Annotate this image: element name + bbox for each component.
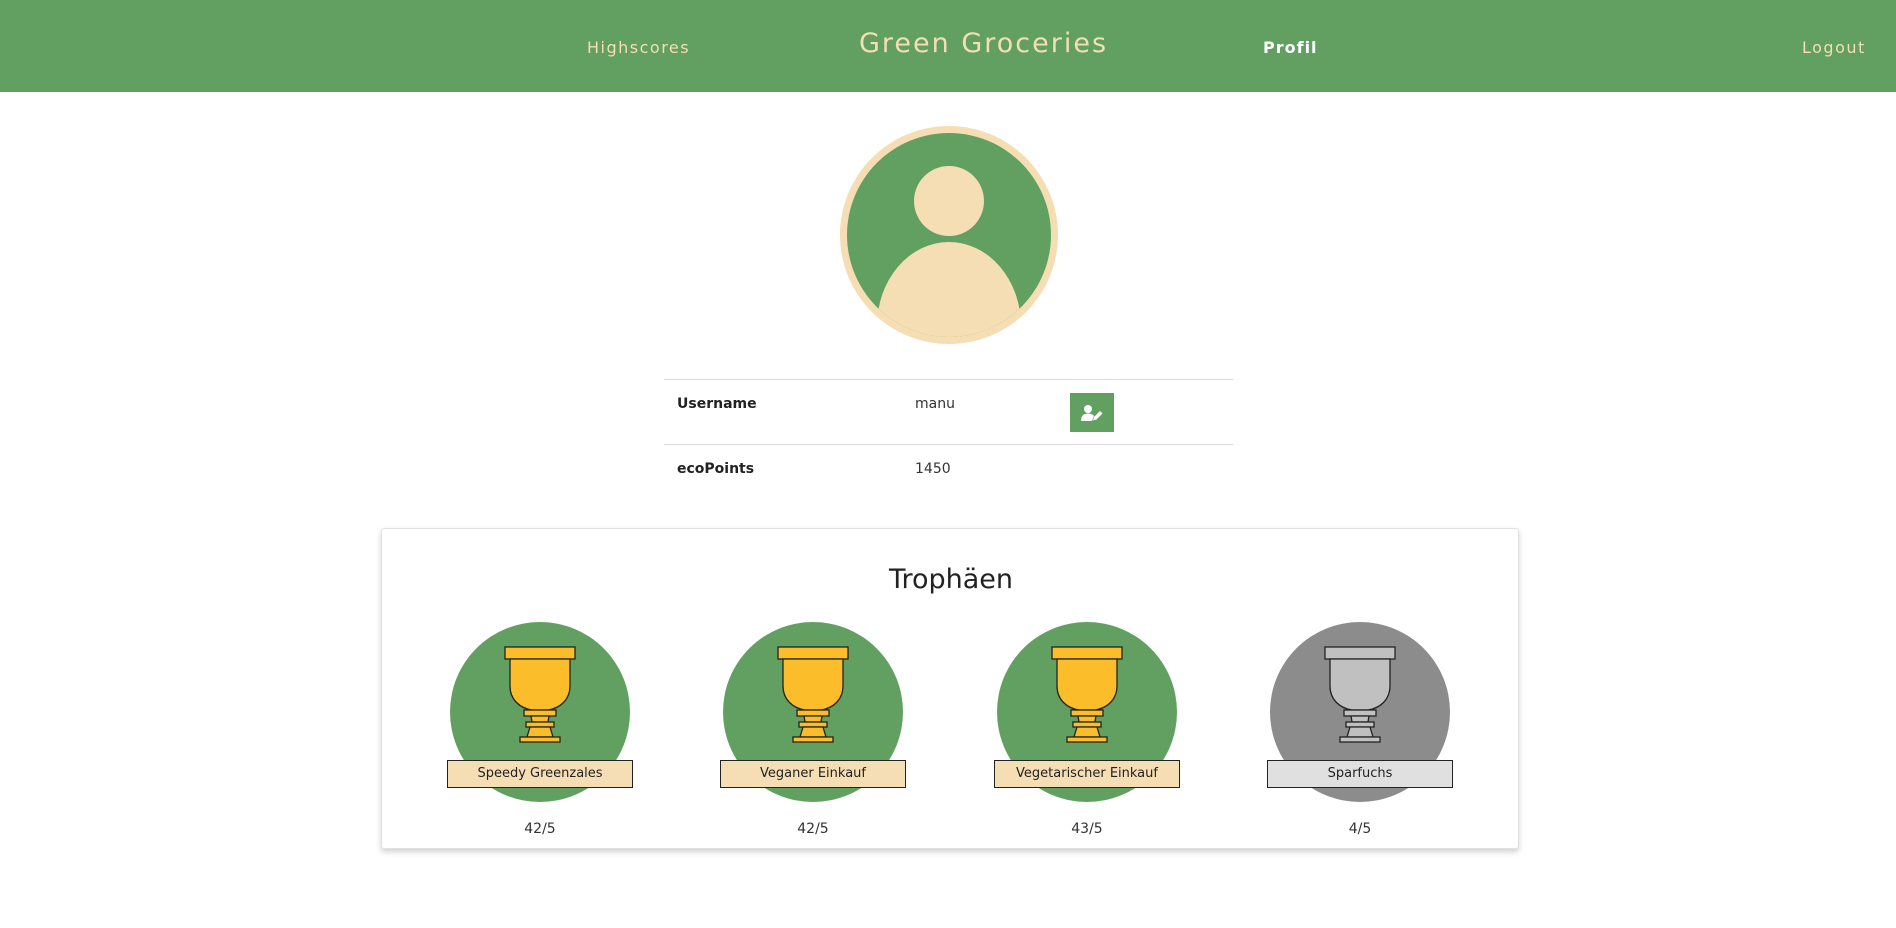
- ecopoints-value: 1450: [915, 461, 951, 477]
- profile-avatar: [840, 126, 1058, 344]
- user-avatar-icon: [847, 133, 1051, 337]
- trophy-item: Speedy Greenzales 42/5: [447, 622, 633, 842]
- trophy-progress: 42/5: [797, 821, 829, 837]
- trophy-label: Veganer Einkauf: [720, 760, 906, 788]
- trophy-item: Sparfuchs 4/5: [1267, 622, 1453, 842]
- nav-logout-link[interactable]: Logout: [1802, 38, 1866, 58]
- trophy-progress: 42/5: [524, 821, 556, 837]
- username-label: Username: [677, 396, 757, 412]
- trophy-progress: 43/5: [1071, 821, 1103, 837]
- trophies-title: Trophäen: [888, 564, 1014, 595]
- trophy-progress: 4/5: [1348, 821, 1372, 837]
- brand-title[interactable]: Green Groceries: [859, 28, 1108, 60]
- trophy-label: Sparfuchs: [1267, 760, 1453, 788]
- profile-table: Username manu ecoPoints 1450: [664, 379, 1234, 509]
- trophy-label: Speedy Greenzales: [447, 760, 633, 788]
- profile-row-ecopoints: ecoPoints 1450: [664, 444, 1234, 509]
- nav-profil-link[interactable]: Profil: [1263, 38, 1318, 58]
- nav-highscores-link[interactable]: Highscores: [587, 38, 690, 58]
- trophy-item: Veganer Einkauf 42/5: [720, 622, 906, 842]
- user-edit-icon: [1081, 404, 1103, 421]
- trophies-card: Trophäen Speedy Greenzales 42/5 Veganer …: [381, 528, 1519, 849]
- profile-row-username: Username manu: [664, 379, 1234, 444]
- top-navbar: Highscores Green Groceries Profil Logout: [0, 0, 1896, 92]
- trophy-item: Vegetarischer Einkauf 43/5: [994, 622, 1180, 842]
- edit-username-button[interactable]: [1070, 393, 1114, 432]
- ecopoints-label: ecoPoints: [677, 461, 755, 477]
- trophy-label: Vegetarischer Einkauf: [994, 760, 1180, 788]
- username-value: manu: [915, 396, 955, 412]
